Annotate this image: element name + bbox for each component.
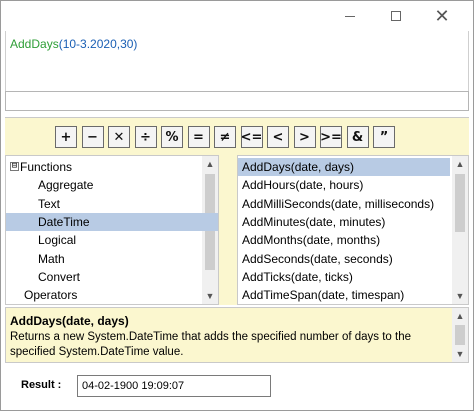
tree-item-convert[interactable]: Convert xyxy=(6,268,218,286)
description-scrollbar[interactable]: ▲ ▼ xyxy=(452,308,468,362)
tree-item-label: DateTime xyxy=(38,214,90,229)
expression-arguments: (10-3.2020,30) xyxy=(58,37,138,51)
function-list-scrollbar[interactable]: ▲ ▼ xyxy=(452,156,468,304)
tree-item-label: Convert xyxy=(38,269,81,284)
tree-item-text[interactable]: Text xyxy=(6,195,218,213)
maximize-icon xyxy=(391,11,401,21)
less-or-equal-operator-button[interactable]: <= xyxy=(240,126,263,148)
tree-item-label: Operators xyxy=(24,288,78,303)
expression-input[interactable]: AddDays(10-3.2020,30) xyxy=(5,31,469,91)
function-list-item[interactable]: AddMilliSeconds(date, milliseconds) xyxy=(238,195,450,213)
minimize-icon xyxy=(345,15,355,17)
tree-item-label: Aggregate xyxy=(38,178,94,193)
tree-item-label: Text xyxy=(38,196,61,211)
function-list-item[interactable]: AddTimeSpan(date, timespan) xyxy=(238,286,450,304)
scroll-thumb[interactable] xyxy=(455,325,465,345)
scroll-thumb[interactable] xyxy=(455,174,465,232)
maximize-button[interactable] xyxy=(373,1,419,31)
expression-hint-strip xyxy=(5,91,469,111)
divide-operator-button[interactable]: ÷ xyxy=(134,126,157,148)
tree-item-logical[interactable]: Logical xyxy=(6,231,218,249)
operator-toolbar: + − ✕ ÷% = ≠ <= < > >= &” xyxy=(5,117,469,155)
quote-operator-button[interactable]: ” xyxy=(373,126,395,148)
expression-text: AddDays(10-3.2020,30) xyxy=(10,37,137,51)
description-title: AddDays(date, days) xyxy=(10,314,129,328)
category-tree[interactable]: ▲ ▼ ⊟ Functions Aggregate Text DateTime Logic… xyxy=(5,155,219,305)
scroll-up-icon[interactable]: ▲ xyxy=(452,156,468,172)
close-icon: ✕ xyxy=(434,5,450,27)
plus-operator-button[interactable]: + xyxy=(55,126,77,148)
minus-operator-button[interactable]: − xyxy=(81,126,104,148)
description-body: Returns a new System.DateTime that adds … xyxy=(10,331,412,358)
scroll-down-icon[interactable]: ▼ xyxy=(452,346,468,362)
function-list-item[interactable]: AddDays(date, days) xyxy=(238,158,450,176)
tree-item-operators[interactable]: Operators xyxy=(6,286,218,304)
function-list-item[interactable]: AddSeconds(date, seconds) xyxy=(238,250,450,268)
description-panel: AddDays(date, days) Returns a new System… xyxy=(5,307,469,363)
tree-item-datetime[interactable]: DateTime xyxy=(6,212,218,231)
collapse-icon[interactable]: ⊟ xyxy=(10,162,19,171)
function-list-item[interactable]: AddMinutes(date, minutes) xyxy=(238,213,450,231)
minimize-button[interactable] xyxy=(327,1,373,31)
tree-item-aggregate[interactable]: Aggregate xyxy=(6,176,218,194)
multiply-operator-button[interactable]: ✕ xyxy=(108,126,130,148)
greater-than-operator-button[interactable]: > xyxy=(293,126,316,148)
expression-editor-window: ✕ AddDays(10-3.2020,30) + − ✕ ÷% = ≠ <= < > >= &” … xyxy=(0,0,474,411)
title-bar: ✕ xyxy=(1,1,473,31)
scroll-down-icon[interactable]: ▼ xyxy=(452,288,468,304)
lists-panel: ▲ ▼ ⊟ Functions Aggregate Text DateTime Logic… xyxy=(5,155,469,305)
greater-or-equal-operator-button[interactable]: >= xyxy=(320,126,342,148)
expression-function-name: AddDays xyxy=(10,37,59,51)
less-than-operator-button[interactable]: < xyxy=(267,126,289,148)
close-button[interactable]: ✕ xyxy=(419,1,465,31)
result-label: Result : xyxy=(21,379,62,391)
not-equals-operator-button[interactable]: ≠ xyxy=(214,126,236,148)
tree-item-label: Functions xyxy=(20,160,73,174)
function-list[interactable]: ▲ ▼ AddDays(date, days) AddHours(date, ho… xyxy=(237,155,469,305)
function-list-item[interactable]: AddHours(date, hours) xyxy=(238,176,450,194)
ampersand-operator-button[interactable]: & xyxy=(346,126,369,148)
tree-item-label: Math xyxy=(38,251,65,266)
tree-item-functions[interactable]: ⊟ Functions xyxy=(6,158,218,176)
result-field[interactable]: 04-02-1900 19:09:07 xyxy=(77,375,271,397)
tree-item-math[interactable]: Math xyxy=(6,250,218,268)
function-list-item[interactable]: AddTicks(date, ticks) xyxy=(238,268,450,286)
tree-item-label: Logical xyxy=(38,233,77,248)
percent-operator-button[interactable]: % xyxy=(161,126,183,148)
function-list-item[interactable]: AddMonths(date, months) xyxy=(238,231,450,249)
equals-operator-button[interactable]: = xyxy=(187,126,210,148)
scroll-up-icon[interactable]: ▲ xyxy=(452,308,468,324)
